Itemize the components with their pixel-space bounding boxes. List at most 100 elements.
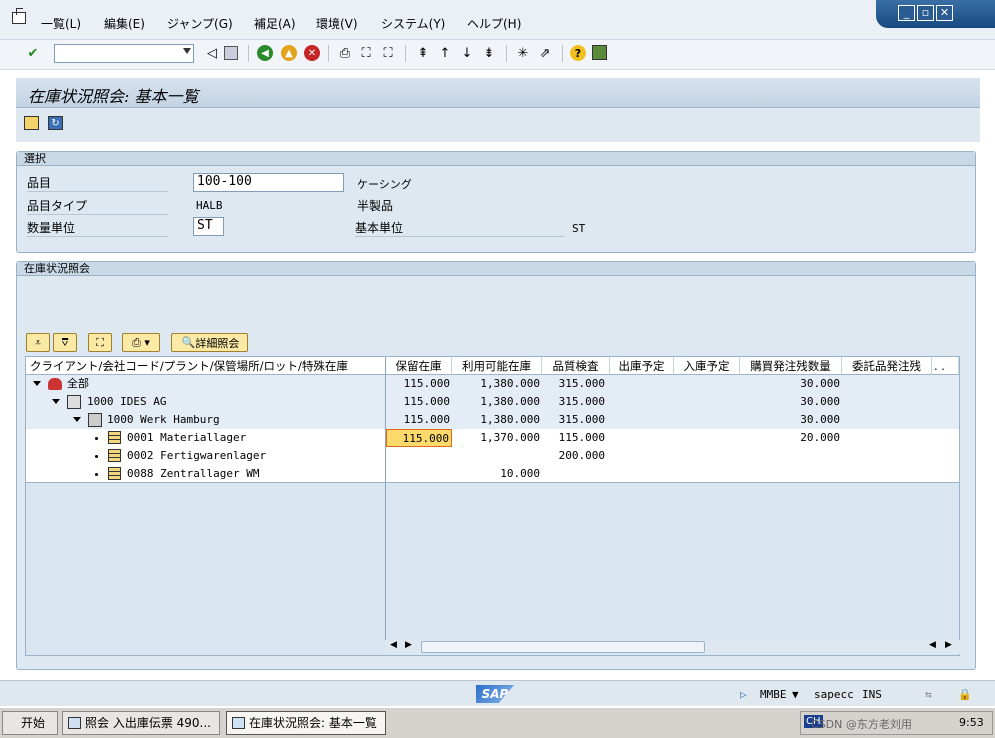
command-field[interactable] [54,44,194,63]
back-icon[interactable]: ◀ [257,45,273,61]
window-controls: _ ▫ ✕ [876,0,995,28]
system-menu-icon[interactable] [12,8,26,24]
shortcut-icon[interactable]: ⇗ [536,44,554,62]
system-tray: CH CSDN @东方老刘用 9:53 [800,711,993,735]
next-page-icon[interactable]: ↓ [458,44,476,62]
sap-logo: SAP [476,685,514,703]
refresh-icon[interactable]: ↻ [48,116,63,130]
task-button-active[interactable]: 在庫状況照会: 基本一覧 [226,711,386,735]
column-header-unrestricted[interactable]: 利用可能在庫 [452,357,542,375]
restore-button[interactable]: ▫ [917,5,934,21]
minimize-button[interactable]: _ [898,5,915,21]
row-label: 0002 Fertigwarenlager [127,449,267,462]
column-splitter[interactable] [385,357,386,653]
window-icon [232,717,245,729]
find-icon[interactable]: ⛶ [88,333,112,352]
find-icon[interactable]: ⛶ [357,44,375,62]
help-icon[interactable]: ? [570,45,586,61]
blocked-cell-selected[interactable]: 115.000 [386,429,452,447]
table-row[interactable]: 0002 Fertigwarenlager 200.000 [26,447,959,465]
menu-system[interactable]: システム(Y) [381,15,445,32]
menu-goto[interactable]: ジャンプ(G) [167,15,233,32]
material-field[interactable]: 100-100 [193,173,344,192]
row-label: 1000 IDES AG [87,395,167,408]
table-row[interactable]: 1000 IDES AG 115.000 1,380.000 315.000 3… [26,393,959,411]
menu-list[interactable]: 一覧(L) [41,15,81,32]
collapse-icon[interactable]: ⩢ [53,333,77,352]
system-name: sapecc [814,688,854,701]
column-header-issue-planned[interactable]: 出庫予定 [610,357,674,375]
exit-icon[interactable]: ▲ [281,45,297,61]
cancel-icon[interactable]: ✕ [304,45,320,61]
taskbar: 开始 照会 入出庫伝票 490... 在庫状況照会: 基本一覧 CH CSDN … [0,707,995,738]
quality-cell: 315.000 [558,377,605,390]
storage-location-icon [108,467,121,480]
table-row[interactable]: 0001 Materiallager 115.000 1,370.000 115… [26,429,959,447]
window-icon [68,717,81,729]
unrestricted-cell: 1,380.000 [480,377,540,390]
last-page-icon[interactable]: ⇟ [480,44,498,62]
first-page-icon[interactable]: ⇞ [414,44,432,62]
column-header-receipt-planned[interactable]: 入庫予定 [674,357,740,375]
quality-cell: 115.000 [558,431,605,444]
scroll-right-icon[interactable]: ▶ [405,640,412,650]
task-button[interactable]: 照会 入出庫伝票 490... [62,711,220,735]
expand-node-icon[interactable] [73,417,81,422]
stock-tree-table: クライアント/会社コード/プラント/保管場所/ロット/特殊在庫 保留在庫 利用可… [25,356,960,656]
start-button[interactable]: 开始 [2,711,58,735]
quality-cell: 315.000 [558,395,605,408]
menu-edit[interactable]: 編集(E) [104,15,145,32]
table-row[interactable]: 1000 Werk Hamburg 115.000 1,380.000 315.… [26,411,959,429]
chevron-down-icon[interactable]: ▼ [792,688,799,701]
all-node-icon [48,378,62,390]
expand-icon[interactable]: ⩡ [26,333,50,352]
task-label: 在庫状況照会: 基本一覧 [249,716,377,730]
horizontal-scrollbar[interactable]: ◀ ▶ ◀ ▶ [385,640,960,654]
menu-extras[interactable]: 補足(A) [254,15,296,32]
back-arrow-icon[interactable]: ◁ [203,44,221,62]
print-menu-icon[interactable]: ⎙ ▾ [122,333,160,352]
save-icon[interactable] [224,46,238,60]
detail-display-button[interactable]: 🔍 詳細照会 [171,333,248,352]
leaf-bullet [95,455,98,458]
separator [405,45,406,62]
previous-page-icon[interactable]: ↑ [436,44,454,62]
print-icon[interactable]: ⎙ [336,44,354,62]
lock-icon: 🔒 [958,688,972,701]
find-next-icon[interactable]: ⛶ [379,44,397,62]
material-description: ケーシング [357,178,412,191]
column-header-hierarchy[interactable]: クライアント/会社コード/プラント/保管場所/ロット/特殊在庫 [26,357,386,375]
close-button[interactable]: ✕ [936,5,953,21]
menu-environment[interactable]: 環境(V) [316,15,358,32]
title-bar: 在庫状況照会: 基本一覧 [16,78,980,108]
column-header-quality[interactable]: 品質検査 [542,357,610,375]
material-icon[interactable] [24,116,39,130]
unrestricted-cell: 1,380.000 [480,395,540,408]
plant-icon [88,413,102,427]
scroll-left-icon[interactable]: ◀ [929,640,936,650]
expand-node-icon[interactable] [33,381,41,386]
expand-node-icon[interactable] [52,399,60,404]
quality-cell: 200.000 [558,449,605,462]
scroll-right-icon[interactable]: ▶ [945,640,952,650]
column-header-more[interactable]: . . [932,357,959,375]
layout-menu-icon[interactable] [592,45,607,60]
enter-icon[interactable]: ✔ [24,44,42,62]
column-header-blocked[interactable]: 保留在庫 [386,357,452,375]
new-session-icon[interactable]: ✳ [514,44,532,62]
table-row[interactable]: 全部 115.000 1,380.000 315.000 30.000 [26,375,959,393]
scroll-left-icon[interactable]: ◀ [390,640,397,650]
blocked-cell: 115.000 [403,395,450,408]
po-quantity-cell: 30.000 [800,377,840,390]
application-toolbar: ↻ [16,108,980,142]
material-type-label: 品目タイプ [27,197,168,215]
table-row[interactable]: 0088 Zentrallager WM 10.000 [26,465,959,483]
status-expand-icon[interactable]: ▷ [740,688,747,701]
scroll-thumb[interactable] [421,641,705,653]
column-header-consignment[interactable]: 委託品発注残 [842,357,932,375]
menu-help[interactable]: ヘルプ(H) [467,15,521,32]
unit-field[interactable]: ST [193,217,224,236]
po-quantity-cell: 30.000 [800,413,840,426]
chevron-down-icon[interactable] [183,48,191,54]
column-header-po-quantity[interactable]: 購買発注残数量 [740,357,842,375]
